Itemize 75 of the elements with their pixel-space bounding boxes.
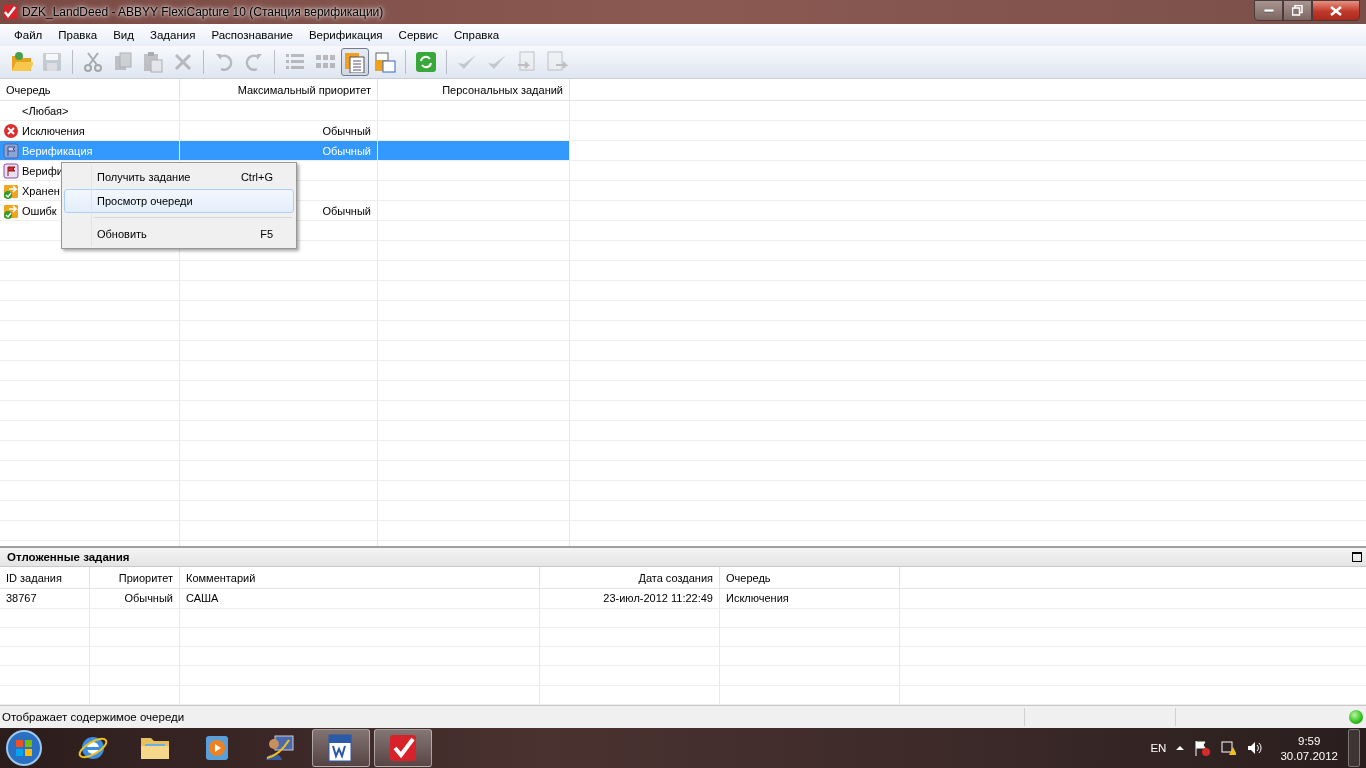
- checkmark-icon: [387, 732, 419, 764]
- menu-item[interactable]: Вид: [105, 29, 142, 41]
- document-folder-icon: [374, 51, 396, 73]
- folder-check-icon: [3, 182, 19, 199]
- redo-icon: [243, 51, 265, 73]
- paste-icon: [142, 51, 164, 73]
- error-icon: [3, 122, 19, 139]
- menu-item[interactable]: Справка: [446, 29, 508, 41]
- menu-item[interactable]: Сервис: [390, 29, 446, 41]
- table-cell: Обычный: [124, 592, 173, 605]
- maximize-icon[interactable]: [1352, 552, 1362, 563]
- column-header[interactable]: ID задания: [0, 567, 90, 589]
- table-cell: Обычный: [322, 124, 371, 137]
- up-arrow-icon: [1176, 745, 1185, 751]
- menu-item-label: Получить задание: [97, 171, 191, 183]
- delete-icon: [172, 51, 194, 73]
- show-desktop-button[interactable]: [1348, 729, 1360, 767]
- menu-item-label: Обновить: [97, 228, 147, 240]
- column-header[interactable]: Очередь: [720, 567, 900, 589]
- copy-icon: [112, 51, 134, 73]
- folder-check-icon: [3, 202, 19, 219]
- menu-item[interactable]: Просмотр очереди: [64, 189, 294, 213]
- language-indicator[interactable]: EN: [1150, 742, 1167, 754]
- menu-item[interactable]: Задания: [141, 29, 204, 41]
- column-header[interactable]: Дата создания: [540, 567, 720, 589]
- restore-button[interactable]: [1283, 0, 1312, 21]
- taskbar-button[interactable]: [312, 729, 370, 767]
- queue-name[interactable]: Ошибк: [22, 204, 57, 217]
- queue-icon: [344, 51, 366, 73]
- close-button[interactable]: [1312, 0, 1360, 21]
- restore-icon: [1292, 5, 1303, 16]
- column-header[interactable]: Приоритет: [90, 567, 180, 589]
- menu-item[interactable]: Правка: [50, 29, 106, 41]
- flag-document-icon: [3, 162, 19, 179]
- start-button-icon: [4, 728, 44, 768]
- status-text: Отображает содержимое очереди: [1, 711, 186, 723]
- table-cell: 23-июл-2012 11:22:49: [603, 592, 713, 605]
- undo-icon: [213, 51, 235, 73]
- queue-name[interactable]: Исключения: [22, 124, 85, 137]
- menu-item[interactable]: Распознавание: [203, 29, 301, 41]
- shortcut-label: F5: [260, 228, 273, 240]
- app-logo-icon: [2, 4, 18, 20]
- clock-date[interactable]: 30.07.2012: [1280, 749, 1338, 762]
- column-header[interactable]: Персональных заданий: [378, 79, 570, 100]
- network-warning-icon: [1220, 740, 1237, 756]
- table-cell: Исключения: [726, 592, 789, 605]
- table-row[interactable]: <Любая>: [0, 101, 1366, 121]
- status-light-icon: [1349, 710, 1363, 724]
- close-icon: [1330, 5, 1342, 16]
- toolbar-button[interactable]: [341, 48, 369, 76]
- folder-icon: [11, 51, 33, 73]
- table-cell: Обычный: [322, 204, 371, 217]
- speaker-icon: [1246, 740, 1263, 756]
- table-cell: Обычный: [322, 144, 371, 157]
- menu-item[interactable]: Файл: [6, 29, 51, 41]
- flag-document-icon: [3, 142, 19, 159]
- table-cell: 38767: [6, 592, 37, 605]
- table-cell: САША: [186, 592, 219, 605]
- queue-name[interactable]: Хранен: [22, 184, 60, 197]
- queue-name[interactable]: <Любая>: [22, 104, 69, 117]
- flag-icon: [1194, 740, 1211, 756]
- window-title: DZK_LandDeed - ABBYY FlexiCapture 10 (Станция верификации): [22, 5, 385, 19]
- minimize-icon: [1263, 8, 1274, 13]
- clock-time[interactable]: 9:59: [1298, 734, 1321, 747]
- column-header[interactable]: Комментарий: [180, 567, 540, 589]
- menu-item[interactable]: Верификация: [300, 29, 391, 41]
- shortcut-label: Ctrl+G: [240, 171, 273, 183]
- scissors-icon: [82, 51, 104, 73]
- refresh-icon: [415, 51, 437, 73]
- document-arrow-icon: [546, 51, 568, 73]
- minimize-button[interactable]: [1254, 0, 1283, 21]
- taskbar-button[interactable]: [374, 729, 432, 767]
- column-header[interactable]: Максимальный приоритет: [180, 79, 378, 100]
- column-header[interactable]: Очередь: [0, 79, 180, 100]
- panel-title: Отложенные задания: [7, 551, 130, 564]
